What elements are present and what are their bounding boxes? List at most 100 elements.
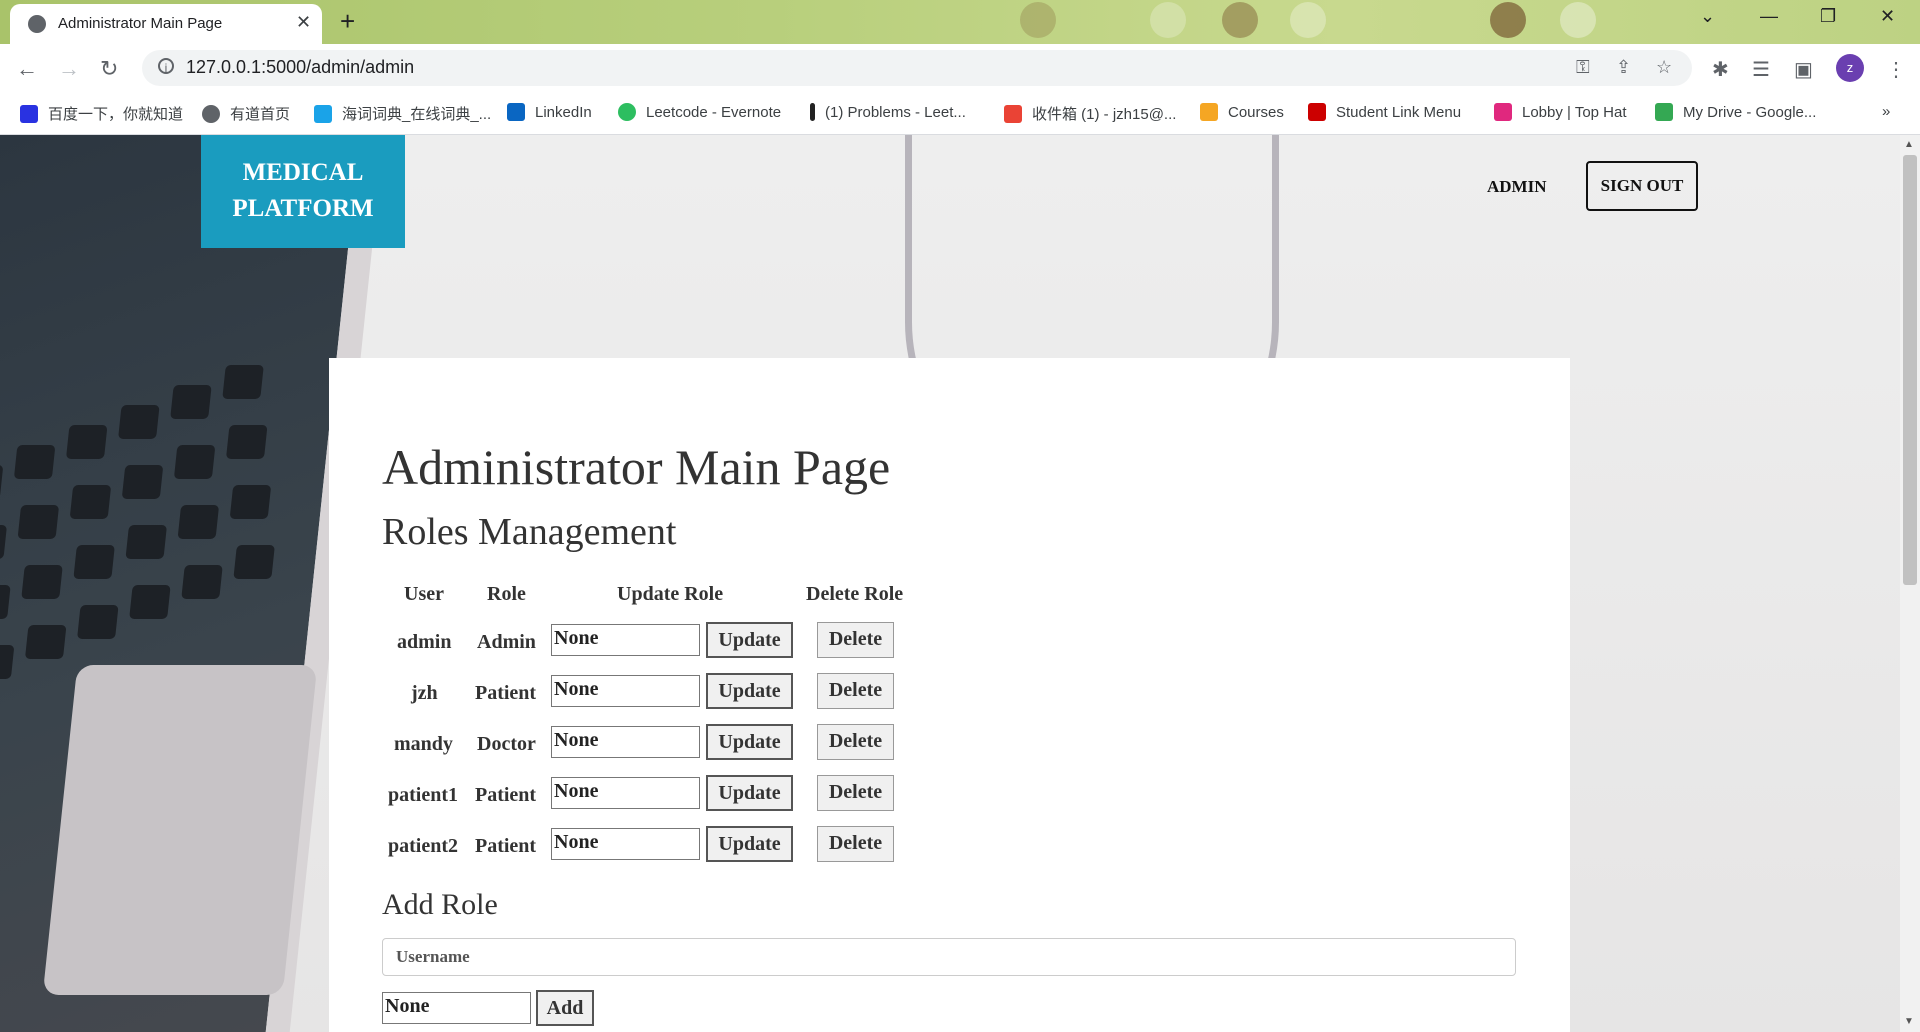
bookmark-label: My Drive - Google... bbox=[1683, 104, 1817, 121]
close-window-icon[interactable]: ✕ bbox=[1880, 6, 1895, 27]
key-shape bbox=[233, 545, 275, 579]
bookmark-item[interactable]: Courses bbox=[1200, 103, 1284, 121]
side-panel-icon[interactable]: ▣ bbox=[1794, 57, 1813, 82]
restore-icon[interactable]: ❐ bbox=[1820, 6, 1836, 27]
bookmarks-bar: 百度一下，你就知道 有道首页 海词词典_在线词典_... LinkedIn Le… bbox=[0, 92, 1920, 135]
key-shape bbox=[0, 585, 11, 619]
key-shape bbox=[65, 425, 108, 459]
site-logo[interactable]: MEDICAL PLATFORM bbox=[201, 135, 405, 248]
update-button[interactable]: Update bbox=[706, 622, 793, 658]
bookmark-icon bbox=[314, 105, 332, 123]
delete-button[interactable]: Delete bbox=[817, 724, 894, 760]
menu-icon[interactable]: ⋮ bbox=[1886, 57, 1906, 82]
delete-button[interactable]: Delete bbox=[817, 775, 894, 811]
roles-heading: Roles Management bbox=[382, 511, 677, 553]
decor-dot bbox=[1290, 2, 1326, 38]
role-select[interactable]: None bbox=[551, 675, 700, 707]
bookmark-item[interactable]: 有道首页 bbox=[202, 103, 290, 124]
bookmarks-overflow-icon[interactable]: » bbox=[1882, 103, 1890, 120]
delete-button[interactable]: Delete bbox=[817, 673, 894, 709]
update-button[interactable]: Update bbox=[706, 673, 793, 709]
bookmark-item[interactable]: Leetcode - Evernote bbox=[618, 103, 781, 121]
avatar[interactable]: z bbox=[1836, 54, 1864, 82]
bookmark-icon bbox=[1308, 103, 1326, 121]
reading-list-icon[interactable]: ☰ bbox=[1752, 57, 1770, 82]
role-select[interactable]: None bbox=[551, 828, 700, 860]
key-shape bbox=[69, 485, 112, 519]
delete-button[interactable]: Delete bbox=[817, 826, 894, 862]
bookmark-item[interactable]: Student Link Menu bbox=[1308, 103, 1461, 121]
browser-tab[interactable]: Administrator Main Page ✕ bbox=[10, 4, 322, 44]
column-header-update-role: Update Role bbox=[617, 583, 724, 605]
bookmark-item[interactable]: 海词词典_在线词典_... bbox=[314, 103, 491, 124]
bookmark-icon bbox=[618, 103, 636, 121]
column-header-delete-role: Delete Role bbox=[806, 583, 904, 605]
scrollbar-thumb[interactable] bbox=[1903, 155, 1917, 585]
delete-button[interactable]: Delete bbox=[817, 622, 894, 658]
bookmark-item[interactable]: Lobby | Top Hat bbox=[1494, 103, 1627, 121]
bookmark-item[interactable]: (1) Problems - Leet... bbox=[810, 103, 966, 121]
bookmark-label: Courses bbox=[1228, 104, 1284, 121]
bookmark-item[interactable]: 百度一下，你就知道 bbox=[20, 103, 183, 124]
logo-line: MEDICAL bbox=[242, 159, 364, 186]
close-icon[interactable]: ✕ bbox=[296, 12, 311, 33]
key-shape bbox=[21, 565, 63, 599]
column-header-role: Role bbox=[487, 583, 526, 605]
new-tab-icon[interactable]: + bbox=[340, 6, 355, 37]
bookmark-icon bbox=[810, 103, 815, 121]
bookmark-label: 百度一下，你就知道 bbox=[48, 106, 184, 123]
username-input[interactable]: Username bbox=[382, 938, 1516, 976]
row-role: Doctor bbox=[477, 733, 536, 755]
key-shape bbox=[77, 605, 119, 639]
bookmark-icon bbox=[1494, 103, 1512, 121]
update-button[interactable]: Update bbox=[706, 724, 793, 760]
extensions-icon[interactable]: ✱ bbox=[1712, 57, 1729, 82]
star-icon[interactable]: ☆ bbox=[1656, 57, 1672, 78]
row-user: jzh bbox=[411, 682, 438, 704]
bookmark-item[interactable]: 收件箱 (1) - jzh15@... bbox=[1004, 103, 1176, 124]
info-icon[interactable]: i bbox=[158, 58, 174, 75]
bookmark-item[interactable]: My Drive - Google... bbox=[1655, 103, 1816, 121]
signout-button[interactable]: SIGN OUT bbox=[1586, 161, 1698, 211]
bookmark-item[interactable]: LinkedIn bbox=[507, 103, 592, 121]
share-icon[interactable]: ⇪ bbox=[1616, 57, 1631, 78]
reload-icon[interactable]: ↻ bbox=[100, 56, 118, 82]
key-icon[interactable]: ⚿ bbox=[1576, 57, 1590, 78]
role-select[interactable]: None bbox=[551, 777, 700, 809]
back-icon[interactable]: ← bbox=[16, 56, 38, 82]
address-bar[interactable]: i 127.0.0.1:5000/admin/admin ⚿ ⇪ ☆ bbox=[142, 50, 1692, 86]
key-shape bbox=[125, 525, 168, 559]
browser-toolbar: ← → ↻ i 127.0.0.1:5000/admin/admin ⚿ ⇪ ☆… bbox=[0, 44, 1920, 92]
minimize-icon[interactable]: — bbox=[1760, 6, 1778, 27]
scroll-up-icon[interactable]: ▲ bbox=[1904, 139, 1914, 150]
bookmark-icon bbox=[507, 103, 525, 121]
role-select[interactable]: None bbox=[551, 726, 700, 758]
row-user: patient2 bbox=[388, 835, 458, 857]
add-button[interactable]: Add bbox=[536, 990, 594, 1026]
key-shape bbox=[118, 405, 160, 439]
key-shape bbox=[181, 565, 223, 599]
forward-icon[interactable]: → bbox=[58, 56, 80, 82]
row-role: Admin bbox=[477, 631, 536, 653]
decor-dot bbox=[1560, 2, 1596, 38]
key-shape bbox=[0, 525, 8, 559]
column-header-user: User bbox=[404, 583, 444, 605]
trackpad-image bbox=[42, 665, 318, 995]
key-shape bbox=[0, 645, 15, 679]
key-shape bbox=[73, 545, 115, 579]
add-role-select[interactable]: None bbox=[382, 992, 531, 1024]
key-shape bbox=[222, 365, 264, 399]
bookmark-label: Lobby | Top Hat bbox=[1522, 104, 1627, 121]
key-shape bbox=[170, 385, 212, 419]
key-shape bbox=[129, 585, 171, 619]
nav-admin-link[interactable]: ADMIN bbox=[1487, 177, 1547, 197]
page-title: Administrator Main Page bbox=[382, 439, 891, 495]
scroll-down-icon[interactable]: ▼ bbox=[1904, 1016, 1914, 1027]
role-select[interactable]: None bbox=[551, 624, 700, 656]
update-button[interactable]: Update bbox=[706, 775, 793, 811]
tab-search-icon[interactable]: ⌄ bbox=[1700, 6, 1715, 27]
main-card: Administrator Main Page Roles Management… bbox=[329, 358, 1570, 1032]
row-user: patient1 bbox=[388, 784, 458, 806]
page-viewport: MEDICAL PLATFORM ADMIN SIGN OUT Administ… bbox=[0, 135, 1900, 1032]
update-button[interactable]: Update bbox=[706, 826, 793, 862]
